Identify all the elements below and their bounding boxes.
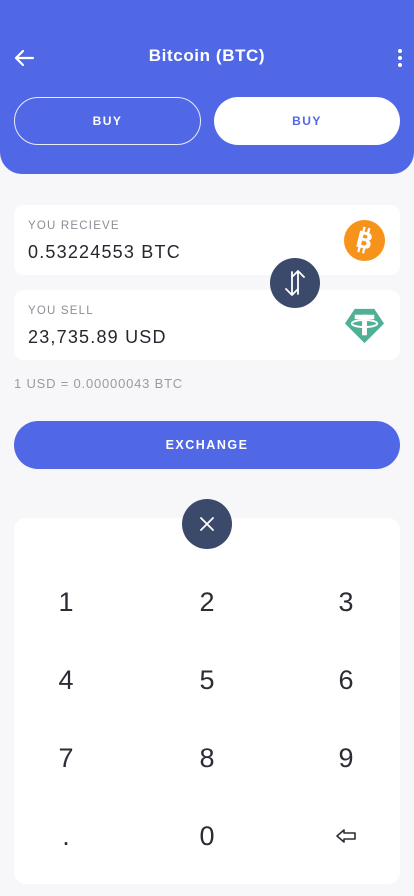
sell-card[interactable]: YOU SELL 23,735.89 USD <box>14 290 400 360</box>
header: Bitcoin (BTC) BUY BUY <box>0 0 414 174</box>
key-decimal[interactable]: . <box>16 806 116 866</box>
sell-amount: 23,735.89 USD <box>28 327 167 347</box>
backspace-icon <box>336 829 356 843</box>
swap-arrows-icon <box>285 270 305 296</box>
more-dots-icon <box>398 49 402 53</box>
tether-icon <box>344 308 385 344</box>
exchange-button[interactable]: EXCHANGE <box>14 421 400 469</box>
key-2[interactable]: 2 <box>157 572 257 632</box>
tab-buy-outline[interactable]: BUY <box>14 97 201 145</box>
bitcoin-icon: B <box>343 219 386 262</box>
close-keypad-button[interactable] <box>182 499 232 549</box>
backspace-key[interactable] <box>296 806 396 866</box>
numeric-keypad: 1 2 3 4 5 6 7 8 9 . 0 <box>14 518 400 884</box>
exchange-rate: 1 USD = 0.00000043 BTC <box>14 376 183 391</box>
key-6[interactable]: 6 <box>296 650 396 710</box>
key-5[interactable]: 5 <box>157 650 257 710</box>
sell-label: YOU SELL <box>28 305 94 317</box>
key-3[interactable]: 3 <box>296 572 396 632</box>
more-options-button[interactable] <box>392 44 408 72</box>
receive-label: YOU RECIEVE <box>28 220 120 232</box>
swap-button[interactable] <box>270 258 320 308</box>
key-0[interactable]: 0 <box>157 806 257 866</box>
close-icon <box>200 517 214 531</box>
key-7[interactable]: 7 <box>16 728 116 788</box>
receive-amount: 0.53224553 BTC <box>28 242 181 262</box>
key-1[interactable]: 1 <box>16 572 116 632</box>
key-8[interactable]: 8 <box>157 728 257 788</box>
key-4[interactable]: 4 <box>16 650 116 710</box>
page-title: Bitcoin (BTC) <box>148 46 266 65</box>
tab-buy-active[interactable]: BUY <box>214 97 400 145</box>
receive-card[interactable]: YOU RECIEVE 0.53224553 BTC B <box>14 205 400 275</box>
key-9[interactable]: 9 <box>296 728 396 788</box>
